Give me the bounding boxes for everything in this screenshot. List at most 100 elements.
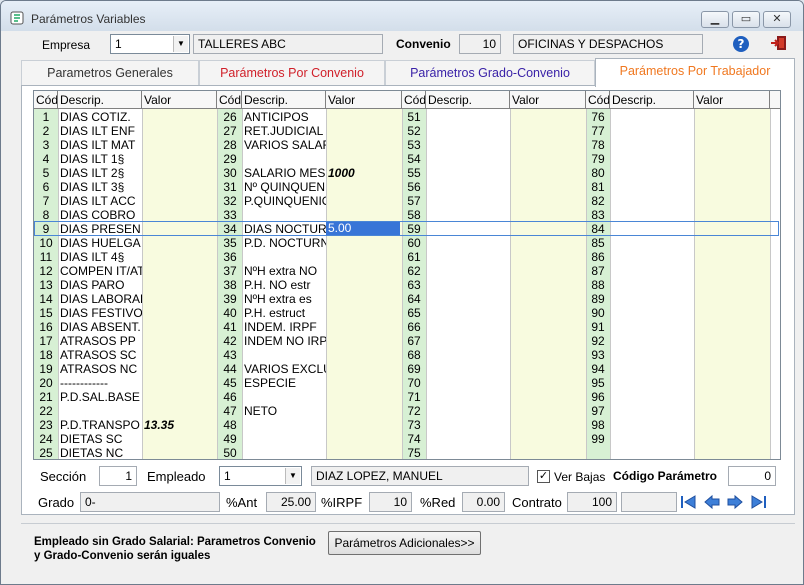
param-code-cell[interactable]: 39 [218,292,242,306]
param-value-cell[interactable] [142,334,217,348]
param-value-cell[interactable] [326,264,401,278]
param-value-cell[interactable] [142,306,217,320]
title-bar[interactable]: Parámetros Variables ▁ ▭ ✕ [1,1,803,31]
param-desc-cell[interactable]: DIAS ILT 1§ [58,152,142,166]
param-desc-cell[interactable]: DIAS FESTIVO [58,306,142,320]
param-code-cell[interactable]: 40 [218,306,242,320]
param-desc-cell[interactable]: DIAS ILT 2§ [58,166,142,180]
param-code-cell[interactable]: 74 [402,432,426,446]
param-code-cell[interactable]: 23 [34,418,58,432]
param-desc-cell[interactable]: DIAS HUELGA [58,236,142,250]
header-cod[interactable]: Cód [217,91,242,109]
header-cod[interactable]: Cód [402,91,426,109]
empresa-select[interactable]: 1 ▼ [110,34,190,54]
param-code-cell[interactable]: 66 [402,320,426,334]
param-code-cell[interactable]: 48 [218,418,242,432]
param-code-cell[interactable]: 83 [586,208,610,222]
param-code-cell[interactable]: 27 [218,124,242,138]
param-code-cell[interactable]: 63 [402,278,426,292]
param-desc-cell[interactable]: DIAS PARO [58,278,142,292]
param-code-cell[interactable]: 85 [586,236,610,250]
param-value-cell[interactable] [142,376,217,390]
param-desc-cell[interactable]: SALARIO MES [242,166,326,180]
param-desc-cell[interactable]: RET.JUDICIAL [242,124,326,138]
param-code-cell[interactable]: 28 [218,138,242,152]
param-desc-cell[interactable]: ATRASOS NC [58,362,142,376]
param-code-cell[interactable]: 30 [218,166,242,180]
param-code-cell[interactable]: 92 [586,334,610,348]
param-value-cell[interactable] [326,320,401,334]
param-code-cell[interactable]: 3 [34,138,58,152]
param-value-cell[interactable] [142,138,217,152]
param-code-cell[interactable]: 96 [586,390,610,404]
param-code-cell[interactable]: 10 [34,236,58,250]
param-code-cell[interactable]: 22 [34,404,58,418]
param-code-cell[interactable]: 91 [586,320,610,334]
param-code-cell[interactable]: 98 [586,418,610,432]
param-code-cell[interactable]: 38 [218,278,242,292]
header-cod[interactable]: Cód [586,91,610,109]
param-value-cell[interactable] [142,166,217,180]
param-desc-cell[interactable]: VARIOS EXCLU [242,362,326,376]
param-code-cell[interactable]: 50 [218,446,242,459]
param-desc-cell[interactable]: P.D.SAL.BASE [58,390,142,404]
param-value-cell[interactable] [326,152,401,166]
param-code-cell[interactable]: 58 [402,208,426,222]
param-value-cell[interactable] [326,334,401,348]
param-desc-cell[interactable] [242,208,326,222]
param-value-cell[interactable] [326,432,401,446]
param-value-cell[interactable] [326,390,401,404]
param-code-cell[interactable]: 79 [586,152,610,166]
tab-parametros-convenio[interactable]: Parámetros Por Convenio [199,60,385,85]
param-value-cell[interactable] [142,110,217,124]
header-valor[interactable]: Valor [510,91,586,109]
param-code-cell[interactable]: 68 [402,348,426,362]
param-code-cell[interactable]: 35 [218,236,242,250]
param-code-cell[interactable]: 7 [34,194,58,208]
header-cod[interactable]: Cód [34,91,58,109]
param-desc-cell[interactable]: DIAS ILT 4§ [58,250,142,264]
param-code-cell[interactable]: 93 [586,348,610,362]
param-desc-cell[interactable]: DIETAS SC [58,432,142,446]
ver-bajas-checkbox[interactable]: ✓ [537,470,550,483]
param-code-cell[interactable]: 21 [34,390,58,404]
next-icon[interactable] [726,494,744,510]
param-desc-cell[interactable] [242,432,326,446]
param-code-cell[interactable]: 20 [34,376,58,390]
param-desc-cell[interactable] [242,152,326,166]
param-value-cell[interactable] [326,208,401,222]
param-desc-cell[interactable]: ANTICIPOS [242,110,326,124]
param-desc-cell[interactable] [242,446,326,459]
param-desc-cell[interactable]: P.QUINQUENIO [242,194,326,208]
header-descrip[interactable]: Descrip. [426,91,510,109]
param-value-cell[interactable] [142,208,217,222]
param-code-cell[interactable]: 32 [218,194,242,208]
param-code-cell[interactable]: 29 [218,152,242,166]
param-value-cell[interactable] [326,362,401,376]
param-code-cell[interactable]: 89 [586,292,610,306]
param-desc-cell[interactable]: COMPEN IT/AT [58,264,142,278]
param-code-cell[interactable]: 37 [218,264,242,278]
minimize-button[interactable]: ▁ [701,11,729,28]
param-value-cell[interactable] [142,264,217,278]
param-code-cell[interactable]: 99 [586,432,610,446]
param-value-cell[interactable] [326,138,401,152]
param-desc-cell[interactable]: DIETAS NC [58,446,142,459]
param-code-cell[interactable]: 86 [586,250,610,264]
param-value-cell[interactable] [326,446,401,459]
param-code-cell[interactable]: 62 [402,264,426,278]
exit-icon[interactable] [770,34,788,52]
param-code-cell[interactable]: 24 [34,432,58,446]
param-desc-cell[interactable]: INDEM NO IRP [242,334,326,348]
close-button[interactable]: ✕ [763,11,791,28]
param-value-cell[interactable] [326,404,401,418]
param-code-cell[interactable]: 61 [402,250,426,264]
header-descrip[interactable]: Descrip. [610,91,694,109]
param-code-cell[interactable]: 47 [218,404,242,418]
first-icon[interactable] [680,494,698,510]
param-value-cell[interactable] [142,348,217,362]
edit-cell-value[interactable]: 5.00 [326,222,400,235]
param-value-cell[interactable] [326,306,401,320]
prev-icon[interactable] [703,494,721,510]
param-code-cell[interactable]: 5 [34,166,58,180]
